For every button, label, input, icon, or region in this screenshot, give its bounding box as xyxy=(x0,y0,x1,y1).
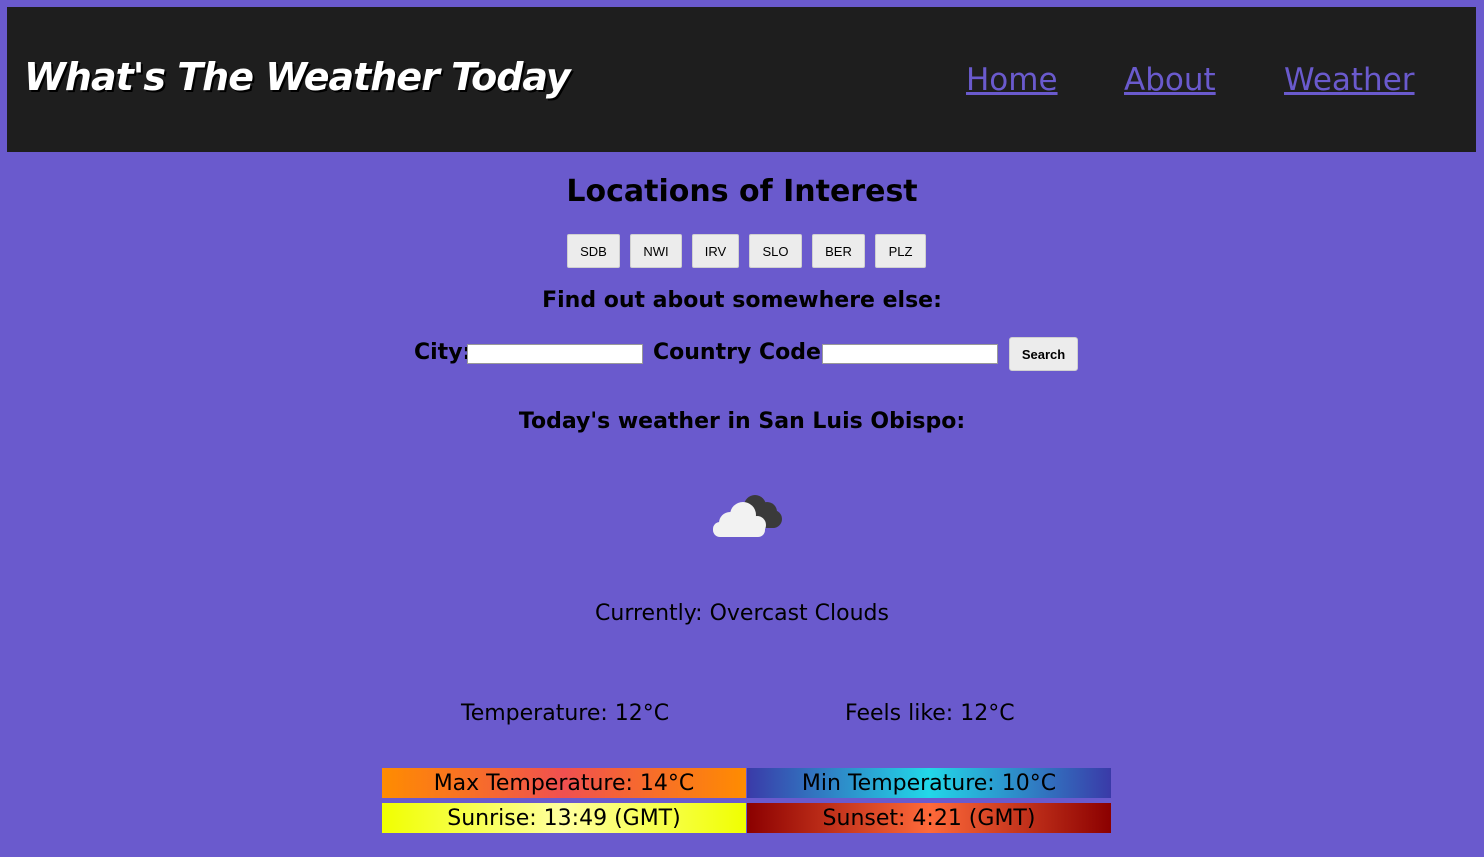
country-code-label: Country Code: xyxy=(653,340,830,365)
location-button-irv[interactable]: IRV xyxy=(692,234,739,268)
nav-link-home[interactable]: Home xyxy=(966,62,1058,98)
sunset: Sunset: 4:21 (GMT) xyxy=(747,803,1111,833)
location-button-plz[interactable]: PLZ xyxy=(875,234,926,268)
weather-heading: Today's weather in San Luis Obispo: xyxy=(518,409,966,434)
site-header: What's The Weather Today Home About Weat… xyxy=(7,7,1476,152)
feels-like: Feels like: 12°C xyxy=(845,701,1015,726)
locations-heading: Locations of Interest xyxy=(566,174,918,209)
min-temperature: Min Temperature: 10°C xyxy=(747,768,1111,798)
city-input[interactable] xyxy=(467,344,643,364)
location-button-sdb[interactable]: SDB xyxy=(567,234,620,268)
nav-link-weather[interactable]: Weather xyxy=(1284,62,1415,98)
sunrise: Sunrise: 13:49 (GMT) xyxy=(382,803,746,833)
nav-link-about[interactable]: About xyxy=(1124,62,1216,98)
location-button-slo[interactable]: SLO xyxy=(749,234,802,268)
search-heading: Find out about somewhere else: xyxy=(542,288,942,313)
overcast-clouds-icon xyxy=(708,488,788,548)
max-temperature: Max Temperature: 14°C xyxy=(382,768,746,798)
temperature: Temperature: 12°C xyxy=(461,701,670,726)
city-label: City: xyxy=(414,340,472,365)
location-button-nwi[interactable]: NWI xyxy=(630,234,682,268)
current-conditions: Currently: Overcast Clouds xyxy=(595,601,889,626)
country-code-input[interactable] xyxy=(822,344,998,364)
location-button-ber[interactable]: BER xyxy=(812,234,865,268)
search-button[interactable]: Search xyxy=(1009,337,1078,371)
site-title: What's The Weather Today xyxy=(24,55,571,99)
